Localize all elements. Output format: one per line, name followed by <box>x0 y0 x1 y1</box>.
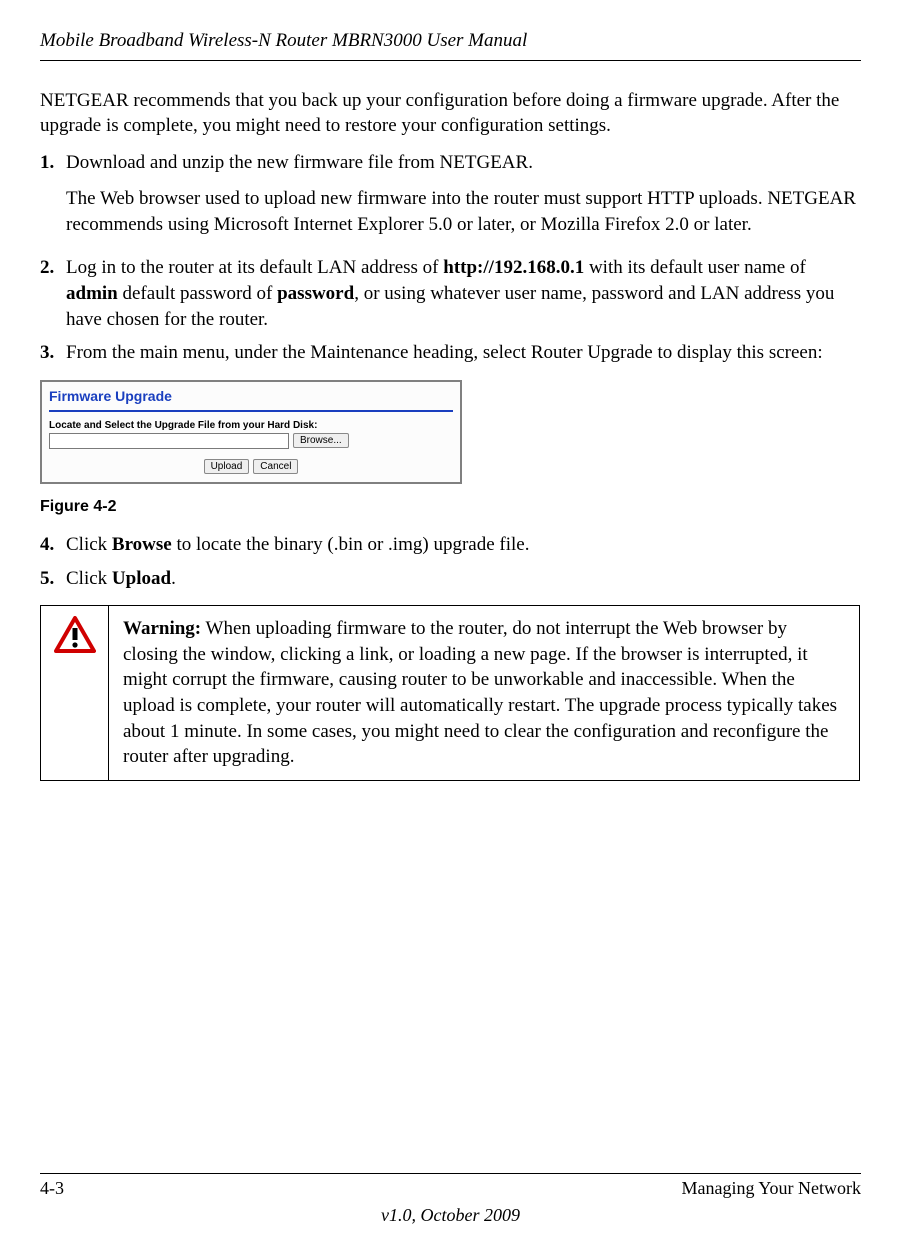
warning-body: When uploading firmware to the router, d… <box>123 618 837 767</box>
step-subtext: The Web browser used to upload new firmw… <box>66 186 861 237</box>
cancel-button[interactable]: Cancel <box>253 459 298 474</box>
warning-box: Warning: When uploading firmware to the … <box>40 605 860 781</box>
step-3: 3. From the main menu, under the Mainten… <box>40 340 861 366</box>
step-number: 3. <box>40 340 66 366</box>
username-text: admin <box>66 283 118 304</box>
step-text: Log in to the router at its default LAN … <box>66 257 443 278</box>
warning-icon <box>54 616 96 654</box>
step-number: 1. <box>40 150 66 247</box>
page-footer: 4-3 Managing Your Network v1.0, October … <box>40 1173 861 1226</box>
password-text: password <box>277 283 354 304</box>
step-1: 1. Download and unzip the new firmware f… <box>40 150 861 247</box>
header-title: Mobile Broadband Wireless-N Router MBRN3… <box>40 30 861 61</box>
step-2: 2. Log in to the router at its default L… <box>40 255 861 332</box>
browse-ref: Browse <box>112 534 172 555</box>
section-title: Managing Your Network <box>682 1178 862 1199</box>
browse-button[interactable]: Browse... <box>293 433 349 448</box>
upload-ref: Upload <box>112 568 171 589</box>
figure-firmware-upgrade: Firmware Upgrade Locate and Select the U… <box>40 380 861 516</box>
step-5: 5. Click Upload. <box>40 566 861 592</box>
warning-icon-cell <box>41 606 109 780</box>
step-number: 2. <box>40 255 66 332</box>
step-4: 4. Click Browse to locate the binary (.b… <box>40 532 861 558</box>
upload-button[interactable]: Upload <box>204 459 250 474</box>
firmware-upgrade-panel: Firmware Upgrade Locate and Select the U… <box>40 380 462 484</box>
warning-text: Warning: When uploading firmware to the … <box>109 606 859 780</box>
intro-paragraph: NETGEAR recommends that you back up your… <box>40 89 861 138</box>
panel-title: Firmware Upgrade <box>44 384 458 406</box>
page-number: 4-3 <box>40 1178 64 1199</box>
file-input[interactable] <box>49 433 289 449</box>
divider <box>49 410 453 412</box>
url-text: http://192.168.0.1 <box>443 257 584 278</box>
step-number: 4. <box>40 532 66 558</box>
version-date: v1.0, October 2009 <box>40 1205 861 1226</box>
file-label: Locate and Select the Upgrade File from … <box>44 420 458 433</box>
figure-caption: Figure 4-2 <box>40 498 861 516</box>
step-text: Download and unzip the new firmware file… <box>66 152 533 173</box>
step-number: 5. <box>40 566 66 592</box>
step-text: From the main menu, under the Maintenanc… <box>66 342 823 363</box>
warning-label: Warning: <box>123 618 201 639</box>
